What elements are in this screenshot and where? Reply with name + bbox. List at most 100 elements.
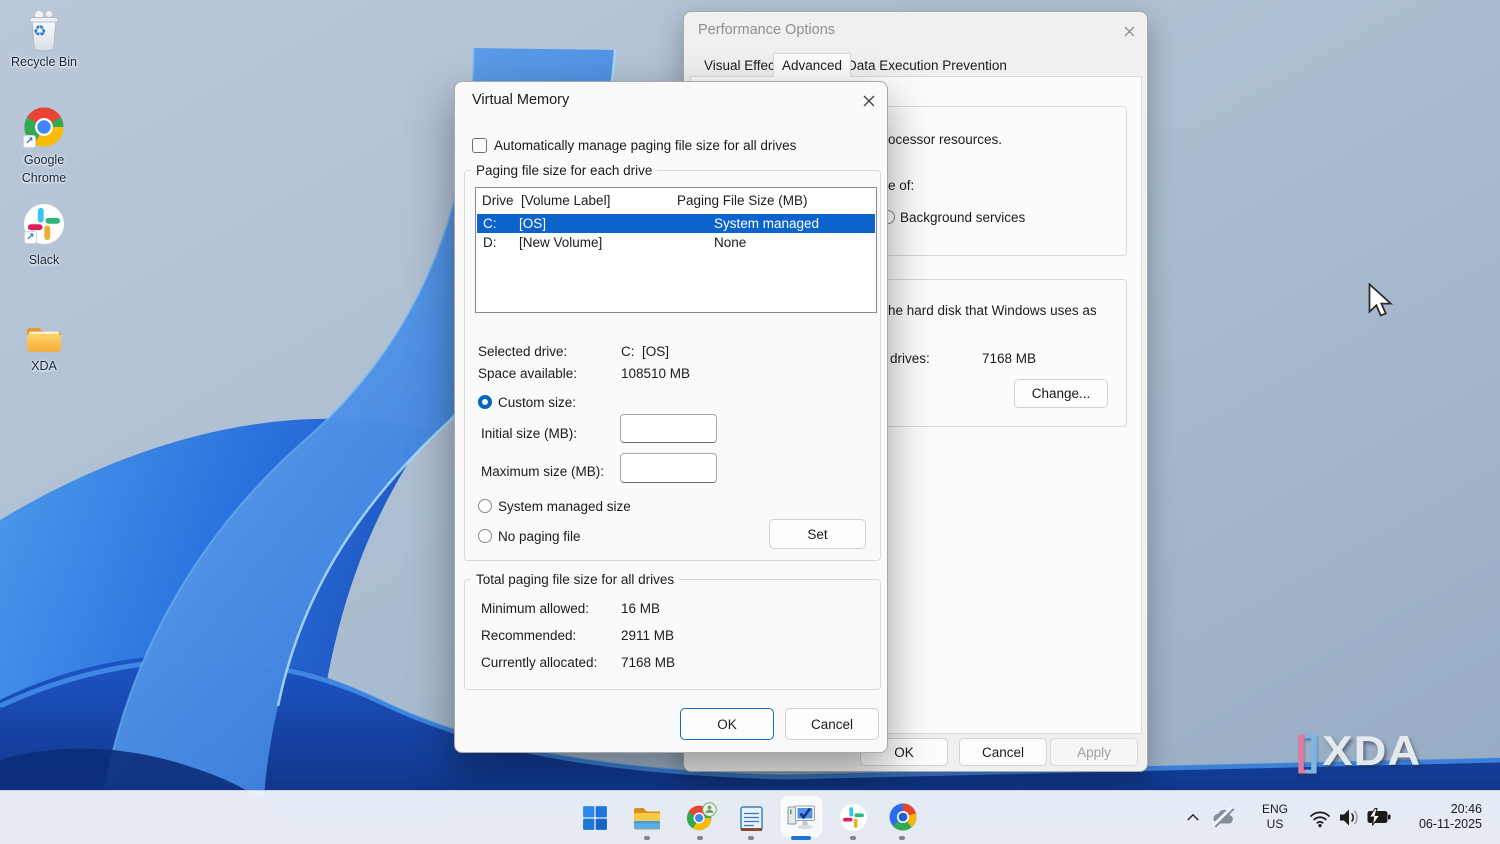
set-button[interactable]: Set xyxy=(769,519,866,549)
total-paging-value: 7168 MB xyxy=(982,350,1036,367)
selected-drive-value: C: [OS] xyxy=(621,343,669,360)
cloud-slash-icon xyxy=(1211,806,1237,828)
windows-logo-icon xyxy=(582,805,608,831)
tray-date: 06-11-2025 xyxy=(1406,817,1482,832)
volume-label: [OS] xyxy=(519,214,546,233)
file-explorer-button[interactable] xyxy=(631,802,663,834)
xda-bracket-right-icon: ] xyxy=(1305,729,1320,773)
ok-button[interactable]: OK xyxy=(680,708,774,740)
desktop: ♻ Recycle Bin ↗ Google Chrome ↗ Slack xyxy=(0,0,1500,844)
cancel-button[interactable]: Cancel xyxy=(959,738,1047,766)
initial-size-input[interactable] xyxy=(620,414,717,443)
space-available-value: 108510 MB xyxy=(621,365,690,382)
currently-allocated-label: Currently allocated: xyxy=(481,654,597,671)
browser-running-dot xyxy=(899,836,905,840)
minimum-allowed-label: Minimum allowed: xyxy=(481,600,589,617)
xda-watermark-text: XDA xyxy=(1322,729,1421,773)
shortcut-arrow-icon: ↗ xyxy=(23,135,36,148)
paging-size: System managed xyxy=(714,214,819,233)
apply-button[interactable]: Apply xyxy=(1050,738,1138,766)
folder-icon xyxy=(25,322,63,354)
selected-drive-label: Selected drive: xyxy=(478,343,567,360)
slack-taskbar-button[interactable] xyxy=(838,802,868,832)
system-properties-icon xyxy=(786,801,817,832)
no-paging-file-label: No paging file xyxy=(498,528,581,545)
browser-taskbar-button[interactable] xyxy=(888,802,918,832)
drive-row-d[interactable]: D: [New Volume] None xyxy=(477,233,875,252)
language-line1: ENG xyxy=(1262,802,1288,817)
auto-manage-label: Automatically manage paging file size fo… xyxy=(494,137,796,154)
volume-label: [New Volume] xyxy=(519,233,602,252)
drive-column-header: Drive [Volume Label] xyxy=(482,192,610,209)
total-paging-group-label: Total paging file size for all drives xyxy=(471,571,679,588)
paging-file-group-label: Paging file size for each drive xyxy=(471,162,657,179)
system-properties-button[interactable] xyxy=(785,800,818,833)
chrome-icon xyxy=(685,802,717,834)
browser-icon xyxy=(889,803,917,831)
mouse-cursor xyxy=(1368,283,1396,323)
recycle-symbol-icon: ♻ xyxy=(33,22,46,40)
chrome-taskbar-button[interactable] xyxy=(684,801,718,835)
custom-size-radio[interactable] xyxy=(478,395,492,409)
space-available-label: Space available: xyxy=(478,365,577,382)
change-button[interactable]: Change... xyxy=(1014,379,1108,408)
clock[interactable]: 20:46 06-11-2025 xyxy=(1406,799,1490,835)
desktop-icon-label: Slack xyxy=(4,253,84,268)
background-services-label: Background services xyxy=(900,209,1025,226)
minimum-allowed-value: 16 MB xyxy=(621,600,660,617)
language-switcher[interactable]: ENG US xyxy=(1254,799,1296,835)
explorer-running-dot xyxy=(644,836,650,840)
notepad-button[interactable] xyxy=(735,802,767,834)
tab-advanced[interactable]: Advanced xyxy=(773,53,851,77)
maximum-size-input[interactable] xyxy=(620,453,717,483)
chevron-up-icon xyxy=(1186,812,1200,822)
close-icon[interactable] xyxy=(858,90,880,112)
dialog-title: Performance Options xyxy=(698,19,835,41)
speaker-icon xyxy=(1337,807,1361,828)
shortcut-arrow-icon: ↗ xyxy=(24,231,37,244)
desktop-icon-label-line2: Chrome xyxy=(4,171,84,186)
close-icon[interactable] xyxy=(1118,20,1140,42)
desktop-icon-label: XDA xyxy=(4,359,84,374)
tab-data-execution-prevention[interactable]: Data Execution Prevention xyxy=(839,56,1015,76)
system-managed-label: System managed size xyxy=(498,498,631,515)
wifi-icon xyxy=(1308,807,1332,828)
drive-letter: C: xyxy=(483,214,497,233)
system-properties-active-indicator xyxy=(791,836,811,840)
slack-icon xyxy=(840,804,867,831)
initial-size-label: Initial size (MB): xyxy=(481,425,577,442)
taskbar: ENG US 20:46 xyxy=(0,790,1500,844)
maximum-size-label: Maximum size (MB): xyxy=(481,463,604,480)
desktop-icon-label: Recycle Bin xyxy=(4,55,84,70)
currently-allocated-value: 7168 MB xyxy=(621,654,675,671)
dialog-title: Virtual Memory xyxy=(472,89,569,111)
drive-row-c[interactable]: C: [OS] System managed xyxy=(477,214,875,233)
onedrive-tray-button[interactable] xyxy=(1209,803,1239,831)
quick-settings-button[interactable] xyxy=(1302,803,1398,831)
total-paging-label-fragment: drives: xyxy=(890,350,930,367)
start-button[interactable] xyxy=(579,802,611,834)
slack-running-dot xyxy=(850,836,856,840)
virtual-memory-dialog: Virtual Memory Automatically manage pagi… xyxy=(454,81,888,753)
notepad-icon xyxy=(739,804,764,833)
paging-size: None xyxy=(714,233,746,252)
battery-charging-icon xyxy=(1366,808,1392,826)
no-paging-file-radio[interactable] xyxy=(478,529,492,543)
recommended-value: 2911 MB xyxy=(621,627,674,644)
drive-letter: D: xyxy=(483,233,497,252)
tray-chevron-button[interactable] xyxy=(1182,803,1204,831)
paging-file-text-fragment: he hard disk that Windows uses as xyxy=(888,302,1097,319)
processor-text-fragment: ocessor resources. xyxy=(888,131,1002,148)
xda-watermark: [ ] XDA xyxy=(1296,729,1418,773)
cancel-button[interactable]: Cancel xyxy=(785,708,879,740)
tray-time: 20:46 xyxy=(1406,802,1482,817)
adjust-for-text-fragment: e of: xyxy=(888,177,914,194)
notepad-running-dot xyxy=(748,836,754,840)
custom-size-label: Custom size: xyxy=(498,394,576,411)
drive-list[interactable]: Drive [Volume Label] Paging File Size (M… xyxy=(475,187,877,313)
chrome-running-dot xyxy=(697,836,703,840)
size-column-header: Paging File Size (MB) xyxy=(677,192,808,209)
system-managed-radio[interactable] xyxy=(478,499,492,513)
auto-manage-checkbox[interactable] xyxy=(472,138,487,153)
language-line2: US xyxy=(1262,817,1288,832)
